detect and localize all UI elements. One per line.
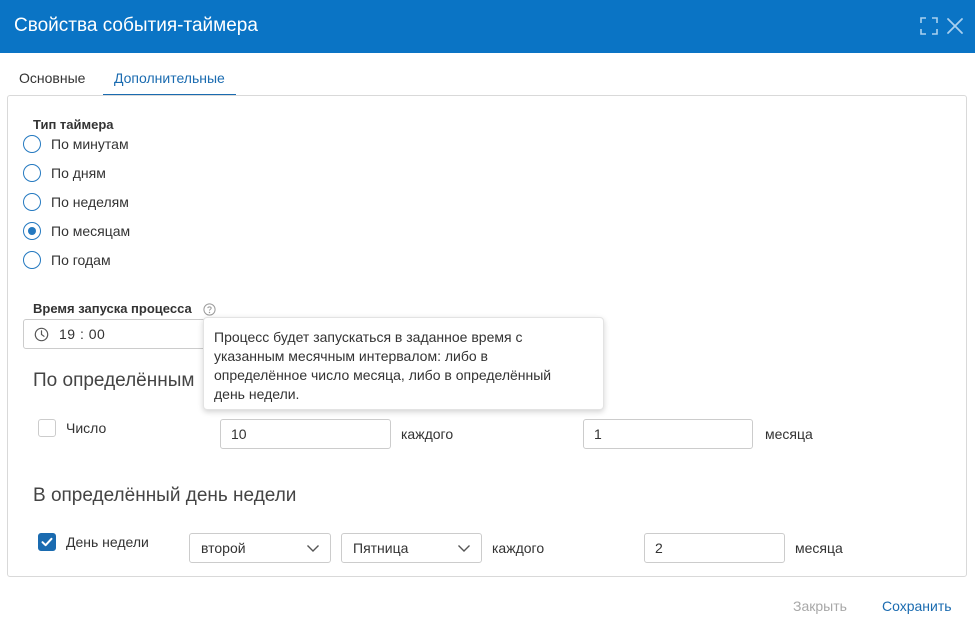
chevron-down-icon bbox=[458, 545, 470, 552]
by-weekday-section-title: В определённый день недели bbox=[33, 485, 297, 506]
radio-by-weeks[interactable]: По неделям bbox=[23, 193, 143, 213]
radio-label: По месяцам bbox=[51, 223, 131, 239]
question-circle-icon[interactable] bbox=[203, 303, 216, 316]
weekday-select[interactable]: Пятница bbox=[341, 533, 482, 563]
expand-icon[interactable] bbox=[918, 15, 940, 37]
weekday-month-interval-input[interactable]: 2 bbox=[644, 533, 785, 563]
radio-circle[interactable] bbox=[23, 251, 41, 269]
radio-label: По минутам bbox=[51, 136, 129, 152]
tooltip-line: указанным месячным интервалом: либо в bbox=[214, 348, 488, 364]
dialog-title: Свойства события-таймера bbox=[14, 15, 258, 36]
help-tooltip: Процесс будет запускаться в заданное вре… bbox=[203, 317, 604, 410]
by-date-section-title: По определённым bbox=[33, 370, 195, 391]
radio-label: По неделям bbox=[51, 194, 129, 210]
radio-by-months[interactable]: По месяцам bbox=[23, 222, 143, 242]
radio-by-years[interactable]: По годам bbox=[23, 251, 123, 271]
radio-circle[interactable] bbox=[23, 193, 41, 211]
months-label: месяца bbox=[765, 426, 813, 442]
start-time-label: Время запуска процесса bbox=[33, 301, 192, 316]
weekday-checkbox[interactable] bbox=[38, 533, 56, 551]
date-checkbox-label: Число bbox=[66, 420, 107, 436]
check-icon bbox=[41, 537, 53, 547]
tab-main[interactable]: Основные bbox=[8, 60, 96, 96]
every-label: каждого bbox=[492, 540, 545, 556]
tooltip-line: Процесс будет запускаться в заданное вре… bbox=[214, 329, 523, 345]
months-label: месяца bbox=[795, 540, 843, 556]
chevron-down-icon bbox=[307, 545, 319, 552]
month-interval-input[interactable]: 1 bbox=[583, 419, 753, 449]
start-time-input[interactable]: 19 : 00 bbox=[23, 319, 223, 349]
ordinal-select[interactable]: второй bbox=[189, 533, 331, 563]
radio-label: По дням bbox=[51, 165, 106, 181]
close-icon[interactable] bbox=[944, 15, 966, 37]
ordinal-select-value: второй bbox=[201, 540, 246, 556]
day-of-month-input[interactable]: 10 bbox=[220, 419, 391, 449]
dialog-header: Свойства события-таймера bbox=[0, 0, 975, 53]
radio-dot bbox=[27, 226, 36, 235]
radio-by-days[interactable]: По дням bbox=[23, 164, 123, 184]
clock-icon bbox=[34, 327, 49, 342]
start-time-value: 19 : 00 bbox=[59, 326, 106, 342]
every-label: каждого bbox=[401, 426, 454, 442]
radio-label: По годам bbox=[51, 252, 111, 268]
tooltip-line: определённое число месяца, либо в опреде… bbox=[214, 367, 552, 383]
weekday-select-value: Пятница bbox=[353, 540, 409, 556]
save-button[interactable]: Сохранить bbox=[882, 598, 952, 614]
weekday-checkbox-label: День недели bbox=[66, 534, 149, 550]
timer-type-label: Тип таймера bbox=[33, 117, 114, 132]
radio-by-minutes[interactable]: По минутам bbox=[23, 135, 143, 155]
date-checkbox[interactable] bbox=[38, 419, 56, 437]
tooltip-line: день недели. bbox=[214, 386, 300, 402]
tab-additional[interactable]: Дополнительные bbox=[103, 60, 236, 96]
radio-circle[interactable] bbox=[23, 135, 41, 153]
close-button[interactable]: Закрыть bbox=[793, 598, 847, 614]
radio-circle-selected[interactable] bbox=[23, 222, 41, 240]
radio-circle[interactable] bbox=[23, 164, 41, 182]
